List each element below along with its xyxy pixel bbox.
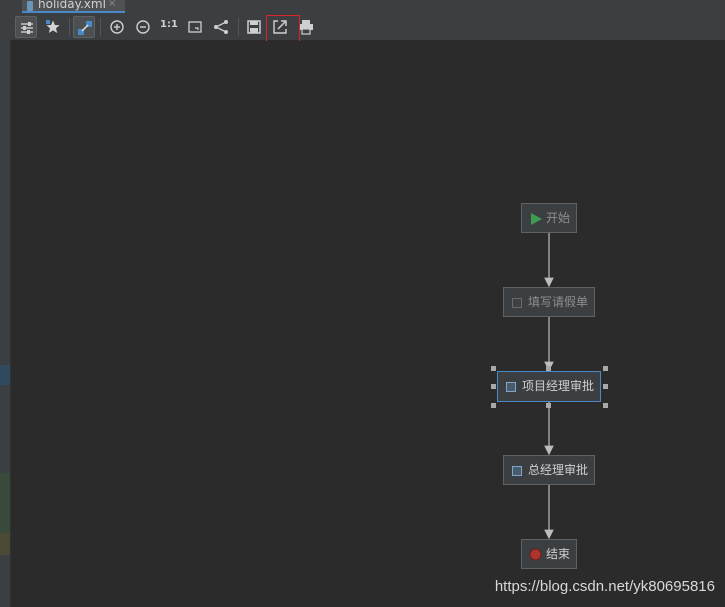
- diagram-canvas[interactable]: 开始 填写请假单 项目经理审批 总经理审批 结束: [11, 41, 725, 607]
- node-label: 项目经理审批: [522, 379, 595, 393]
- resize-handle[interactable]: [603, 366, 608, 371]
- tab-label: holiday.xml: [38, 0, 106, 11]
- resize-handle[interactable]: [546, 366, 551, 371]
- fit-content-button[interactable]: [184, 16, 206, 38]
- task-icon: [506, 382, 516, 392]
- connect-icon: [78, 21, 92, 35]
- toolbar-separator: [69, 18, 70, 36]
- xml-file-icon: [27, 1, 33, 11]
- gutter-marker: [0, 365, 10, 385]
- node-label: 填写请假单: [528, 295, 589, 309]
- end-event-node[interactable]: 结束: [521, 539, 577, 569]
- resize-handle[interactable]: [491, 366, 496, 371]
- node-label: 总经理审批: [528, 463, 589, 477]
- resize-handle[interactable]: [603, 384, 608, 389]
- node-label: 结束: [546, 547, 571, 561]
- user-task-node-selected[interactable]: 项目经理审批: [497, 371, 601, 402]
- connect-button[interactable]: [73, 16, 95, 38]
- resize-handle[interactable]: [603, 403, 608, 408]
- close-icon[interactable]: ×: [108, 0, 116, 11]
- play-icon: [531, 213, 542, 225]
- user-task-node[interactable]: 填写请假单: [503, 287, 595, 317]
- save-button[interactable]: [243, 16, 265, 38]
- tab-holiday-xml[interactable]: holiday.xml ×: [22, 0, 125, 13]
- fit-content-icon: [188, 21, 202, 33]
- actual-size-button[interactable]: 1:1: [158, 16, 180, 38]
- print-icon: [299, 20, 313, 35]
- node-label: 开始: [546, 211, 571, 225]
- start-event-node[interactable]: 开始: [521, 203, 577, 233]
- stop-icon: [529, 548, 542, 561]
- diagram-edges: [544, 233, 554, 540]
- designer-toolbar: 1:1: [10, 13, 725, 41]
- task-icon: [512, 298, 522, 308]
- editor-tab-bar: holiday.xml ×: [0, 0, 725, 13]
- task-icon: [512, 466, 522, 476]
- zoom-out-button[interactable]: [132, 16, 154, 38]
- resize-handle[interactable]: [491, 384, 496, 389]
- zoom-out-icon: [136, 20, 150, 34]
- settings-button[interactable]: [15, 16, 37, 38]
- zoom-in-button[interactable]: [106, 16, 128, 38]
- export-button-highlight: [266, 15, 300, 44]
- layout-icon: [214, 20, 228, 34]
- star-icon: [46, 20, 60, 33]
- toolbar-separator: [100, 18, 101, 36]
- layout-button[interactable]: [210, 16, 232, 38]
- user-task-node[interactable]: 总经理审批: [503, 455, 595, 485]
- watermark-text: https://blog.csdn.net/yk80695816: [494, 578, 715, 595]
- settings-icon: [21, 22, 33, 34]
- toolbar-separator: [238, 18, 239, 36]
- zoom-in-icon: [110, 20, 124, 34]
- left-gutter: [0, 13, 11, 607]
- resize-handle[interactable]: [546, 403, 551, 408]
- favorites-button[interactable]: [42, 16, 64, 38]
- actual-size-label: 1:1: [160, 19, 178, 30]
- resize-handle[interactable]: [491, 403, 496, 408]
- gutter-marker: [0, 533, 10, 555]
- gutter-marker: [0, 473, 10, 533]
- save-icon: [247, 20, 261, 34]
